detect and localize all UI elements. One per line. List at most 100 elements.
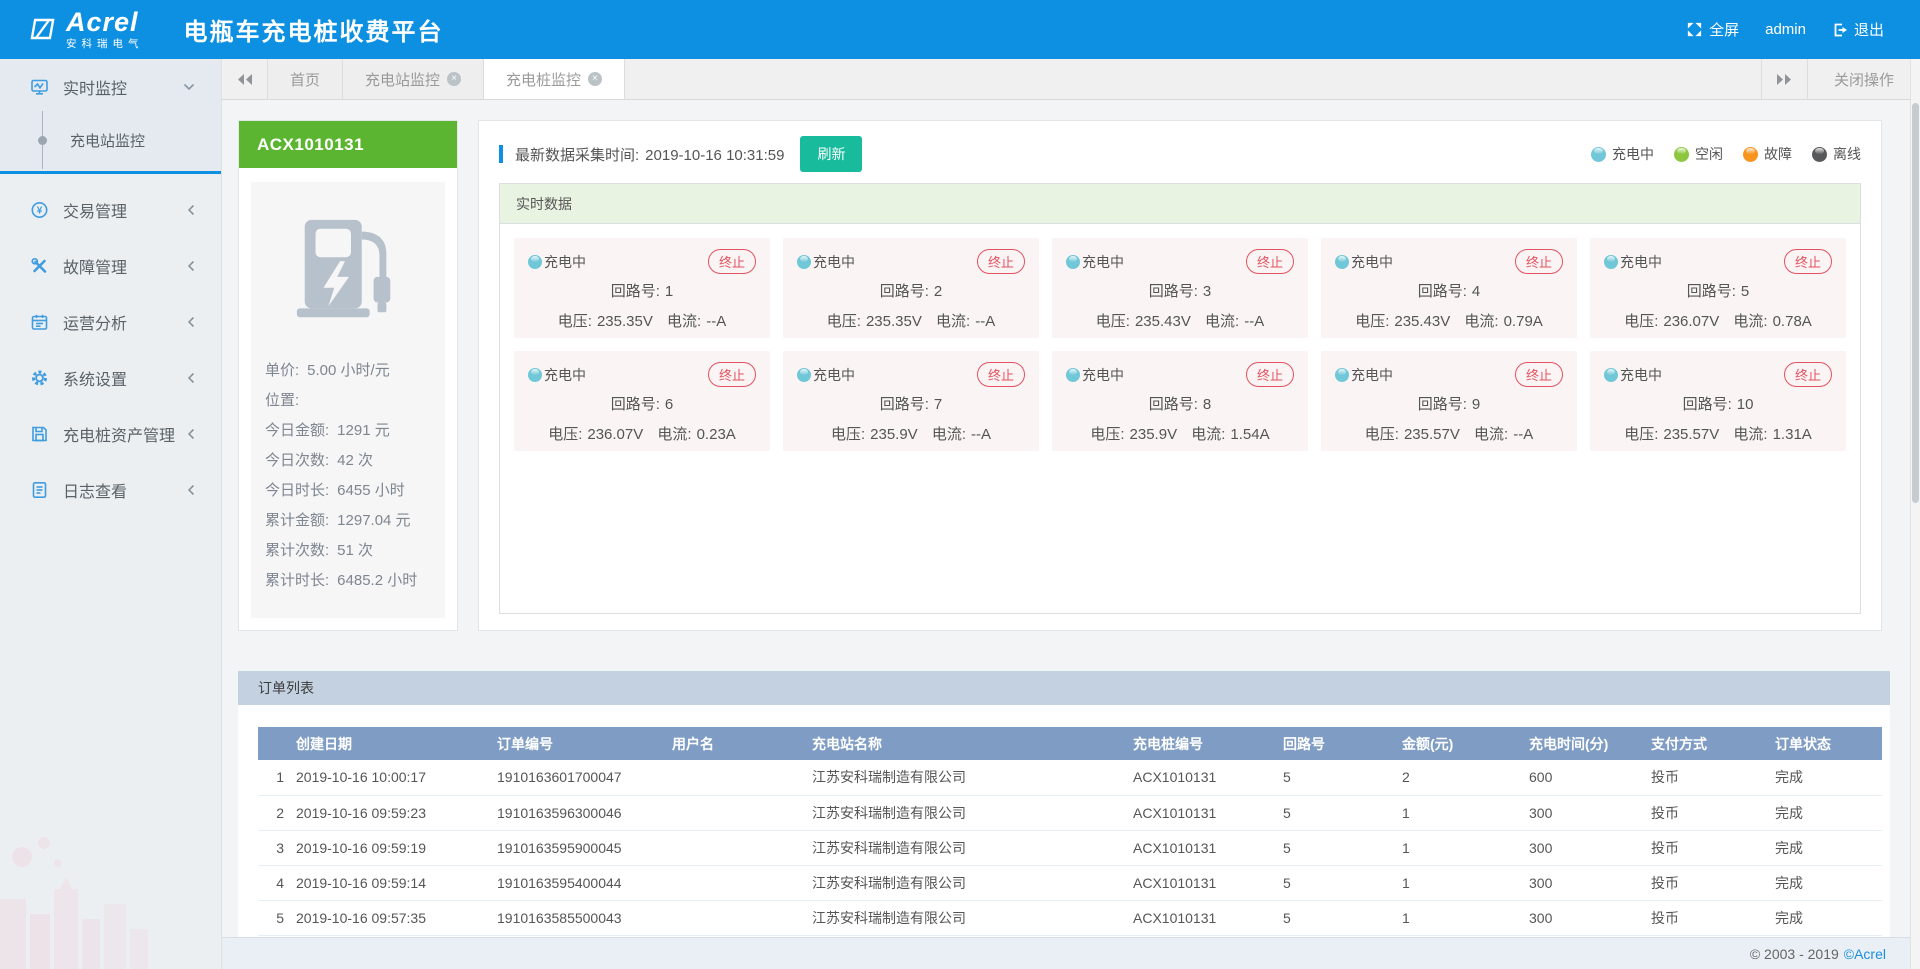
stat-today-count: 今日次数:42 次 — [265, 446, 431, 476]
col-index — [258, 727, 294, 760]
channel-card: 充电中 终止 回路号:8 电压:235.9V 电流:1.54A — [1052, 351, 1308, 451]
acrel-logo-icon — [28, 15, 58, 45]
vertical-scrollbar[interactable] — [1910, 59, 1920, 969]
sidebar-item-charging-station-monitor[interactable]: 充电站监控 — [0, 115, 221, 165]
scrollbar-thumb[interactable] — [1912, 103, 1919, 503]
terminate-button[interactable]: 终止 — [1784, 362, 1832, 387]
order-row[interactable]: 5 2019-10-16 09:57:35 1910163585500043 江… — [258, 900, 1882, 935]
order-username — [670, 900, 810, 935]
terminate-button[interactable]: 终止 — [1784, 249, 1832, 274]
terminate-button[interactable]: 终止 — [1515, 249, 1563, 274]
sidebar-item-faults[interactable]: 故障管理 — [0, 238, 221, 294]
terminate-button[interactable]: 终止 — [1246, 362, 1294, 387]
tabs-scroll-right-button[interactable] — [1761, 59, 1807, 99]
page-title: 电瓶车充电桩收费平台 — [184, 12, 444, 47]
terminate-button[interactable]: 终止 — [1515, 362, 1563, 387]
user-menu[interactable]: admin — [1757, 17, 1814, 42]
col-pay-method: 支付方式 — [1649, 727, 1773, 760]
order-pay-method: 投币 — [1649, 900, 1773, 935]
voltage-current: 电压:235.9V 电流:--A — [797, 423, 1025, 444]
order-index: 2 — [258, 795, 294, 830]
loop-number: 回路号:1 — [528, 280, 756, 301]
sidebar-item-label: 故障管理 — [63, 254, 127, 278]
logo-subtext: 安科瑞电气 — [66, 39, 144, 50]
voltage-current: 电压:235.9V 电流:1.54A — [1066, 423, 1294, 444]
tab-station-monitor[interactable]: 充电站监控 × — [343, 59, 484, 99]
order-station-name: 江苏安科瑞制造有限公司 — [810, 795, 1131, 830]
channel-status: 充电中 — [1082, 365, 1124, 385]
channel-status: 充电中 — [813, 252, 855, 272]
order-username — [670, 830, 810, 865]
sidebar-item-realtime-monitor[interactable]: 实时监控 — [0, 59, 221, 115]
channel-card: 充电中 终止 回路号:2 电压:235.35V 电流:--A — [783, 238, 1039, 338]
voltage-current: 电压:235.57V 电流:--A — [1335, 423, 1563, 444]
col-order-status: 订单状态 — [1773, 727, 1882, 760]
sidebar-item-pile-assets[interactable]: 充电桩资产管理 — [0, 406, 221, 462]
fault-icon — [30, 257, 49, 275]
order-row[interactable]: 4 2019-10-16 09:59:14 1910163595400044 江… — [258, 865, 1882, 900]
stat-total-duration: 累计时长:6485.2 小时 — [265, 566, 431, 596]
order-loop-number: 5 — [1281, 760, 1400, 795]
loop-number: 回路号:8 — [1066, 393, 1294, 414]
username: admin — [1765, 21, 1806, 38]
fullscreen-icon — [1686, 21, 1703, 38]
order-index: 3 — [258, 830, 294, 865]
terminate-button[interactable]: 终止 — [1246, 249, 1294, 274]
order-number: 1910163585500043 — [495, 900, 670, 935]
fault-orb-icon — [1743, 147, 1758, 162]
tab-close-icon[interactable]: × — [588, 72, 602, 86]
sidebar-item-logs[interactable]: 日志查看 — [0, 462, 221, 518]
status-orb-icon — [797, 368, 811, 382]
order-username — [670, 865, 810, 900]
close-operations-dropdown[interactable]: 关闭操作 — [1807, 59, 1920, 99]
stat-total-amount: 累计金额:1297.04 元 — [265, 506, 431, 536]
tab-close-icon[interactable]: × — [447, 72, 461, 86]
tab-label: 充电站监控 — [365, 69, 440, 90]
sidebar-item-label: 日志查看 — [63, 478, 127, 502]
order-row[interactable]: 3 2019-10-16 09:59:19 1910163595900045 江… — [258, 830, 1882, 865]
order-row[interactable]: 2 2019-10-16 09:59:23 1910163596300046 江… — [258, 795, 1882, 830]
chevron-down-icon — [183, 83, 195, 91]
tabs-scroll-left-button[interactable] — [222, 59, 268, 99]
gear-icon — [30, 369, 49, 387]
terminate-button[interactable]: 终止 — [977, 362, 1025, 387]
sidebar-item-label: 充电桩资产管理 — [63, 422, 175, 446]
chevron-left-icon — [187, 260, 195, 272]
logout-button[interactable]: 退出 — [1824, 15, 1892, 44]
order-row[interactable]: 1 2019-10-16 10:00:17 1910163601700047 江… — [258, 760, 1882, 795]
channel-status: 充电中 — [1620, 365, 1662, 385]
terminate-button[interactable]: 终止 — [708, 362, 756, 387]
terminate-button[interactable]: 终止 — [708, 249, 756, 274]
refresh-button[interactable]: 刷新 — [800, 136, 862, 172]
stat-total-count: 累计次数:51 次 — [265, 536, 431, 566]
order-status: 完成 — [1773, 900, 1882, 935]
channel-card: 充电中 终止 回路号:3 电压:235.43V 电流:--A — [1052, 238, 1308, 338]
sidebar-item-transactions[interactable]: ¥ 交易管理 — [0, 182, 221, 238]
channel-card: 充电中 终止 回路号:1 电压:235.35V 电流:--A — [514, 238, 770, 338]
sidebar-item-operation-analysis[interactable]: 运营分析 — [0, 294, 221, 350]
tab-pile-monitor[interactable]: 充电桩监控 × — [484, 59, 625, 99]
order-station-name: 江苏安科瑞制造有限公司 — [810, 900, 1131, 935]
order-loop-number: 5 — [1281, 795, 1400, 830]
fullscreen-button[interactable]: 全屏 — [1678, 15, 1747, 44]
order-number: 1910163595400044 — [495, 865, 670, 900]
order-charge-minutes: 300 — [1527, 900, 1649, 935]
charging-pile-icon — [289, 212, 407, 330]
channel-card: 充电中 终止 回路号:10 电压:235.57V 电流:1.31A — [1590, 351, 1846, 451]
realtime-data-title: 实时数据 — [500, 184, 1860, 224]
app-header: Acrel 安科瑞电气 电瓶车充电桩收费平台 全屏 admin 退出 — [0, 0, 1920, 59]
col-create-date: 创建日期 — [294, 727, 495, 760]
voltage-current: 电压:235.43V 电流:--A — [1066, 310, 1294, 331]
status-orb-icon — [528, 255, 542, 269]
channel-card: 充电中 终止 回路号:7 电压:235.9V 电流:--A — [783, 351, 1039, 451]
sidebar-item-system-settings[interactable]: 系统设置 — [0, 350, 221, 406]
fullscreen-label: 全屏 — [1709, 19, 1739, 40]
terminate-button[interactable]: 终止 — [977, 249, 1025, 274]
order-charge-minutes: 300 — [1527, 795, 1649, 830]
charging-orb-icon — [1591, 147, 1606, 162]
tab-home[interactable]: 首页 — [268, 59, 343, 99]
col-charge-minutes: 充电时间(分) — [1527, 727, 1649, 760]
orders-table: 创建日期 订单编号 用户名 充电站名称 充电桩编号 回路号 金额(元) 充电时间… — [258, 727, 1882, 936]
footer-brand-link[interactable]: ©Acrel — [1844, 946, 1886, 962]
order-index: 1 — [258, 760, 294, 795]
